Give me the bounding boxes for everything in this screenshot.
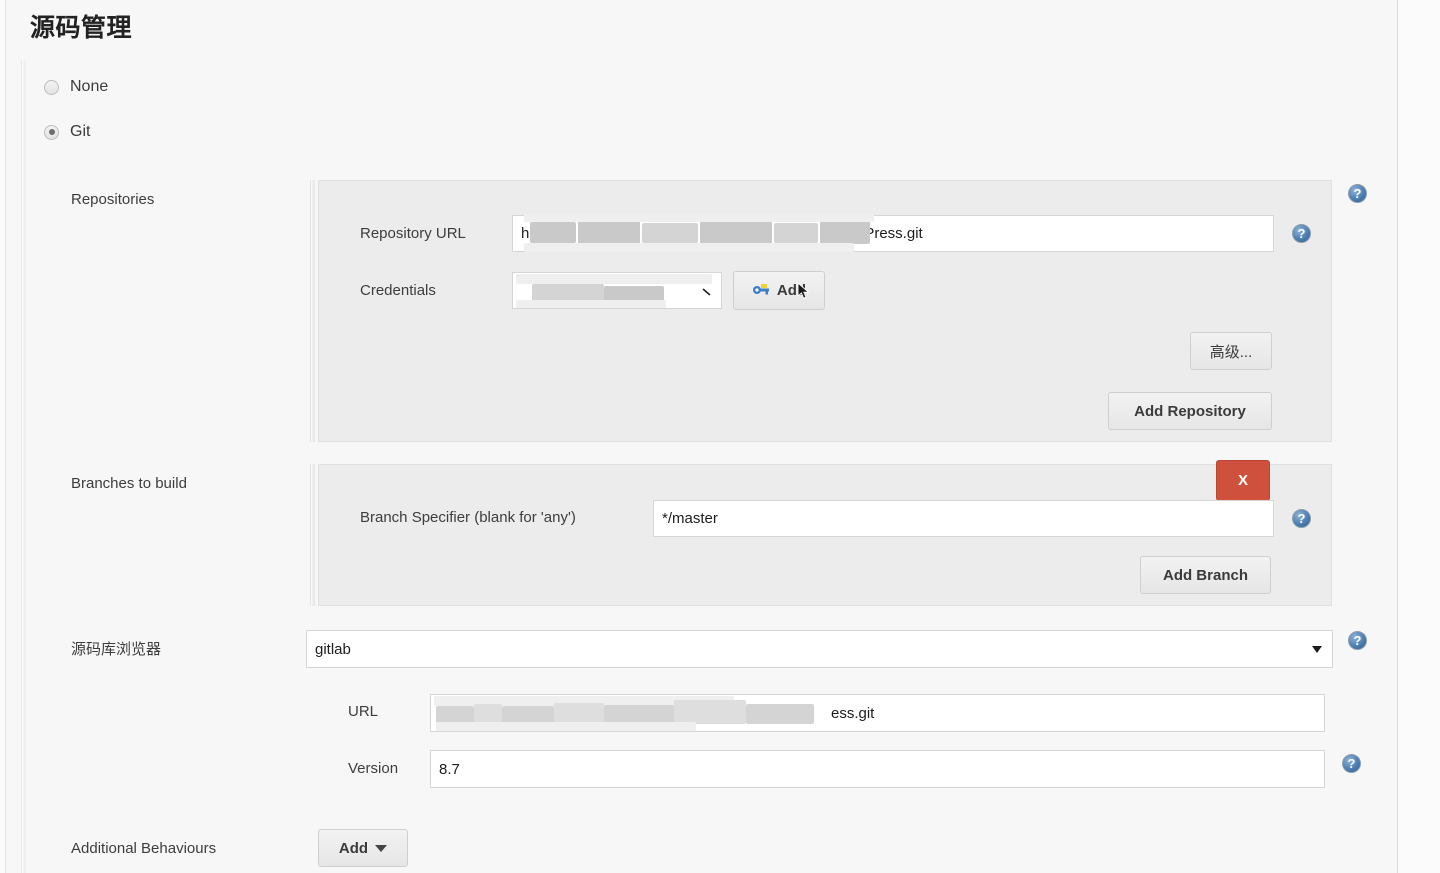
add-behaviour-button[interactable]: Add [318, 829, 408, 867]
browser-version-input[interactable]: 8.7 [430, 750, 1325, 788]
delete-branch-button[interactable]: X [1216, 460, 1270, 501]
scm-option-none-label: None [70, 78, 109, 95]
credentials-label: Credentials [360, 282, 436, 299]
add-credentials-label: Add [776, 282, 807, 299]
chevron-down-icon [1312, 646, 1322, 653]
repositories-help-icon[interactable]: ? [1348, 184, 1367, 203]
branch-specifier-input[interactable]: */master [653, 500, 1274, 537]
scm-option-git[interactable]: Git [44, 123, 90, 141]
browser-version-label: Version [348, 760, 399, 777]
repositories-panel-rail [310, 180, 315, 442]
branches-panel-rail [310, 464, 315, 606]
branch-specifier-help-icon[interactable]: ? [1292, 509, 1311, 528]
browser-url-suffix: ess.git [831, 704, 875, 722]
browser-url-input[interactable]: ess.git ██████████████ess.git [430, 694, 1325, 732]
add-credentials-button[interactable]: Add [733, 271, 825, 310]
browser-url-label: URL [348, 703, 379, 720]
chevron-down-icon [375, 844, 388, 852]
radio-git[interactable] [44, 124, 59, 140]
repository-url-help-icon[interactable]: ? [1292, 224, 1311, 243]
branch-specifier-label: Branch Specifier (blank for 'any') [360, 509, 576, 526]
repo-browser-label: 源码库浏览器 [71, 641, 162, 658]
repository-url-label: Repository URL [360, 225, 466, 242]
page-title: 源码管理 [30, 14, 133, 42]
repositories-label: Repositories [71, 191, 155, 208]
additional-behaviours-label: Additional Behaviours [71, 840, 217, 857]
repo-browser-select[interactable]: gitlab [306, 630, 1333, 668]
scm-option-none[interactable]: None [44, 78, 108, 96]
add-branch-button[interactable]: Add Branch [1140, 556, 1271, 594]
browser-version-help-icon[interactable]: ? [1342, 754, 1361, 773]
credentials-select[interactable] [512, 272, 722, 309]
scm-option-git-label: Git [70, 123, 91, 140]
chevron-down-icon [701, 284, 713, 296]
add-behaviour-label: Add [338, 839, 369, 857]
repository-url-input[interactable]: h████████████████rdPress.git h rdPress.g… [512, 215, 1274, 252]
repository-url-suffix: rdPress.git [851, 225, 923, 242]
add-repository-button[interactable]: Add Repository [1108, 392, 1272, 430]
repository-url-prefix: h [521, 225, 530, 242]
repo-browser-help-icon[interactable]: ? [1348, 631, 1367, 650]
radio-none[interactable] [44, 79, 59, 95]
advanced-button[interactable]: 高级... [1190, 332, 1272, 370]
key-icon [752, 282, 770, 300]
section-rail [21, 60, 26, 873]
branches-to-build-label: Branches to build [71, 475, 187, 492]
scm-config-page: 源码管理 None Git Repositories ? Repository … [0, 0, 1440, 873]
repo-browser-selected-value: gitlab [315, 640, 351, 658]
